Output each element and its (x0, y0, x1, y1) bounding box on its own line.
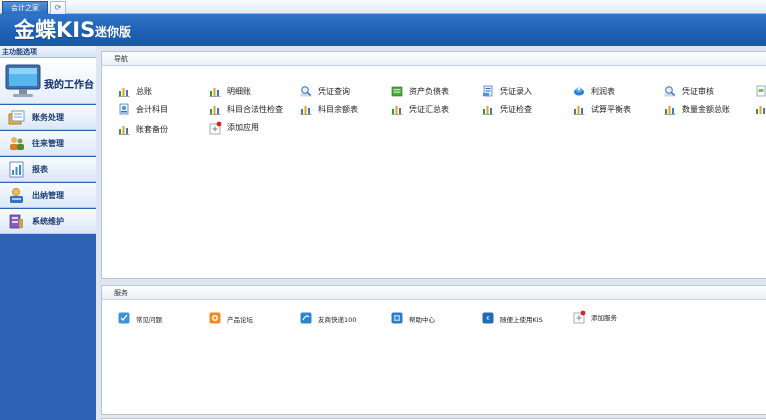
service-item-label: 帮助中心 (409, 316, 435, 324)
nav-item-label: 总账 (136, 87, 152, 96)
sidebar-item-reports[interactable]: 报表 (0, 157, 96, 182)
nav-item-label: 利润表 (591, 87, 615, 96)
forum-icon (209, 312, 221, 324)
nav-item-label: 科目合法性检查 (227, 105, 283, 114)
bar-chart-icon (300, 106, 312, 115)
service-item-label: 常见问题 (136, 316, 162, 324)
add-service-icon (573, 310, 586, 324)
nav-item-label: 会计科目 (136, 105, 168, 114)
workbench-label: 我的工作台 (44, 80, 94, 91)
account-subject-icon (119, 103, 129, 115)
bar-chart-icon (756, 106, 765, 114)
navigation-panel: 导航 总账 明细账 凭证查询 资产负债表 凭证录入 利润表 凭证审核 会计科目 … (101, 51, 766, 279)
nav-item-more[interactable] (755, 84, 766, 98)
tab-strip: 会计之家 ⟳ (0, 0, 766, 14)
nav-item-more-2[interactable] (755, 102, 766, 116)
help-center-icon (391, 312, 403, 324)
sidebar-item-ledger[interactable]: 账务处理 (0, 105, 96, 130)
tab-accounting-home[interactable]: 会计之家 (2, 1, 48, 14)
add-app-icon (209, 121, 222, 135)
nav-item-label: 凭证审核 (682, 87, 714, 96)
tab-label: 会计之家 (11, 4, 39, 12)
main-area: 导航 总账 明细账 凭证查询 资产负债表 凭证录入 利润表 凭证审核 会计科目 … (96, 46, 766, 420)
refresh-icon: ⟳ (54, 3, 62, 12)
bar-chart-icon (391, 106, 403, 115)
nav-item-label: 试算平衡表 (591, 105, 631, 114)
people-icon (10, 137, 24, 150)
sidebar-item-label: 系统维护 (32, 217, 64, 226)
services-panel: 服务 常见问题 产品论坛 友商快递100 帮助中心 K 随便上使用KIS 添加服… (101, 285, 766, 415)
faq-icon (118, 312, 130, 324)
magnifier-icon (664, 86, 676, 97)
sidebar-item-cashier[interactable]: 出纳管理 (0, 183, 96, 208)
monitor-icon (5, 64, 41, 97)
green-sheet-icon (391, 86, 403, 97)
sidebar-item-workbench[interactable]: 我的工作台 (0, 58, 96, 104)
nav-item-label: 添加应用 (227, 123, 259, 132)
nav-item-label: 数量金额总账 (682, 105, 730, 114)
profit-icon (574, 87, 584, 96)
nav-item-label: 账套备份 (136, 125, 168, 134)
nav-item-label: 资产负债表 (409, 87, 449, 96)
nav-item-label: 凭证检查 (500, 105, 532, 114)
bar-chart-icon (664, 106, 676, 115)
sidebar: 主功能选项 我的工作台 账务处理 往来管理 报表 出纳管理 系统维护 (0, 46, 96, 420)
nav-item-label: 凭证查询 (318, 87, 350, 96)
nav-item-label: 凭证录入 (500, 87, 532, 96)
document-icon (756, 85, 766, 97)
bar-chart-icon (573, 106, 585, 115)
express-icon (300, 312, 312, 324)
bar-chart-icon (209, 88, 221, 97)
bar-chart-icon (118, 88, 130, 97)
kis-online-icon: K (482, 312, 494, 324)
sidebar-heading: 主功能选项 (0, 46, 96, 58)
service-item-label: 友商快递100 (318, 316, 357, 324)
sidebar-item-label: 报表 (32, 165, 48, 174)
sidebar-item-label: 往来管理 (32, 139, 64, 148)
service-item-label: 添加服务 (591, 314, 617, 322)
ledger-icon (8, 110, 25, 125)
bar-chart-icon (118, 126, 130, 135)
service-item-label: 产品论坛 (227, 316, 253, 324)
sidebar-item-label: 账务处理 (32, 113, 64, 122)
product-logo: 金蝶KIS (14, 18, 96, 42)
new-tab-button[interactable]: ⟳ (50, 1, 66, 14)
bar-chart-icon (209, 106, 221, 115)
maintenance-icon (9, 214, 23, 229)
navigation-panel-title: 导航 (102, 52, 766, 66)
nav-item-label: 凭证汇总表 (409, 105, 449, 114)
nav-item-label: 明细账 (227, 87, 251, 96)
report-icon (9, 161, 24, 178)
product-edition: 迷你版 (95, 25, 132, 39)
service-item-label: 随便上使用KIS (500, 316, 543, 324)
app-header: 金蝶KIS 迷你版 (0, 14, 766, 46)
sidebar-item-label: 出纳管理 (32, 191, 64, 200)
cashier-icon (10, 188, 23, 203)
nav-item-label: 科目余额表 (318, 105, 358, 114)
voucher-entry-icon (483, 85, 493, 97)
services-panel-title: 服务 (102, 286, 766, 300)
bar-chart-icon (482, 106, 494, 115)
magnifier-icon (300, 86, 312, 97)
sidebar-item-maintenance[interactable]: 系统维护 (0, 209, 96, 234)
sidebar-item-contacts[interactable]: 往来管理 (0, 131, 96, 156)
